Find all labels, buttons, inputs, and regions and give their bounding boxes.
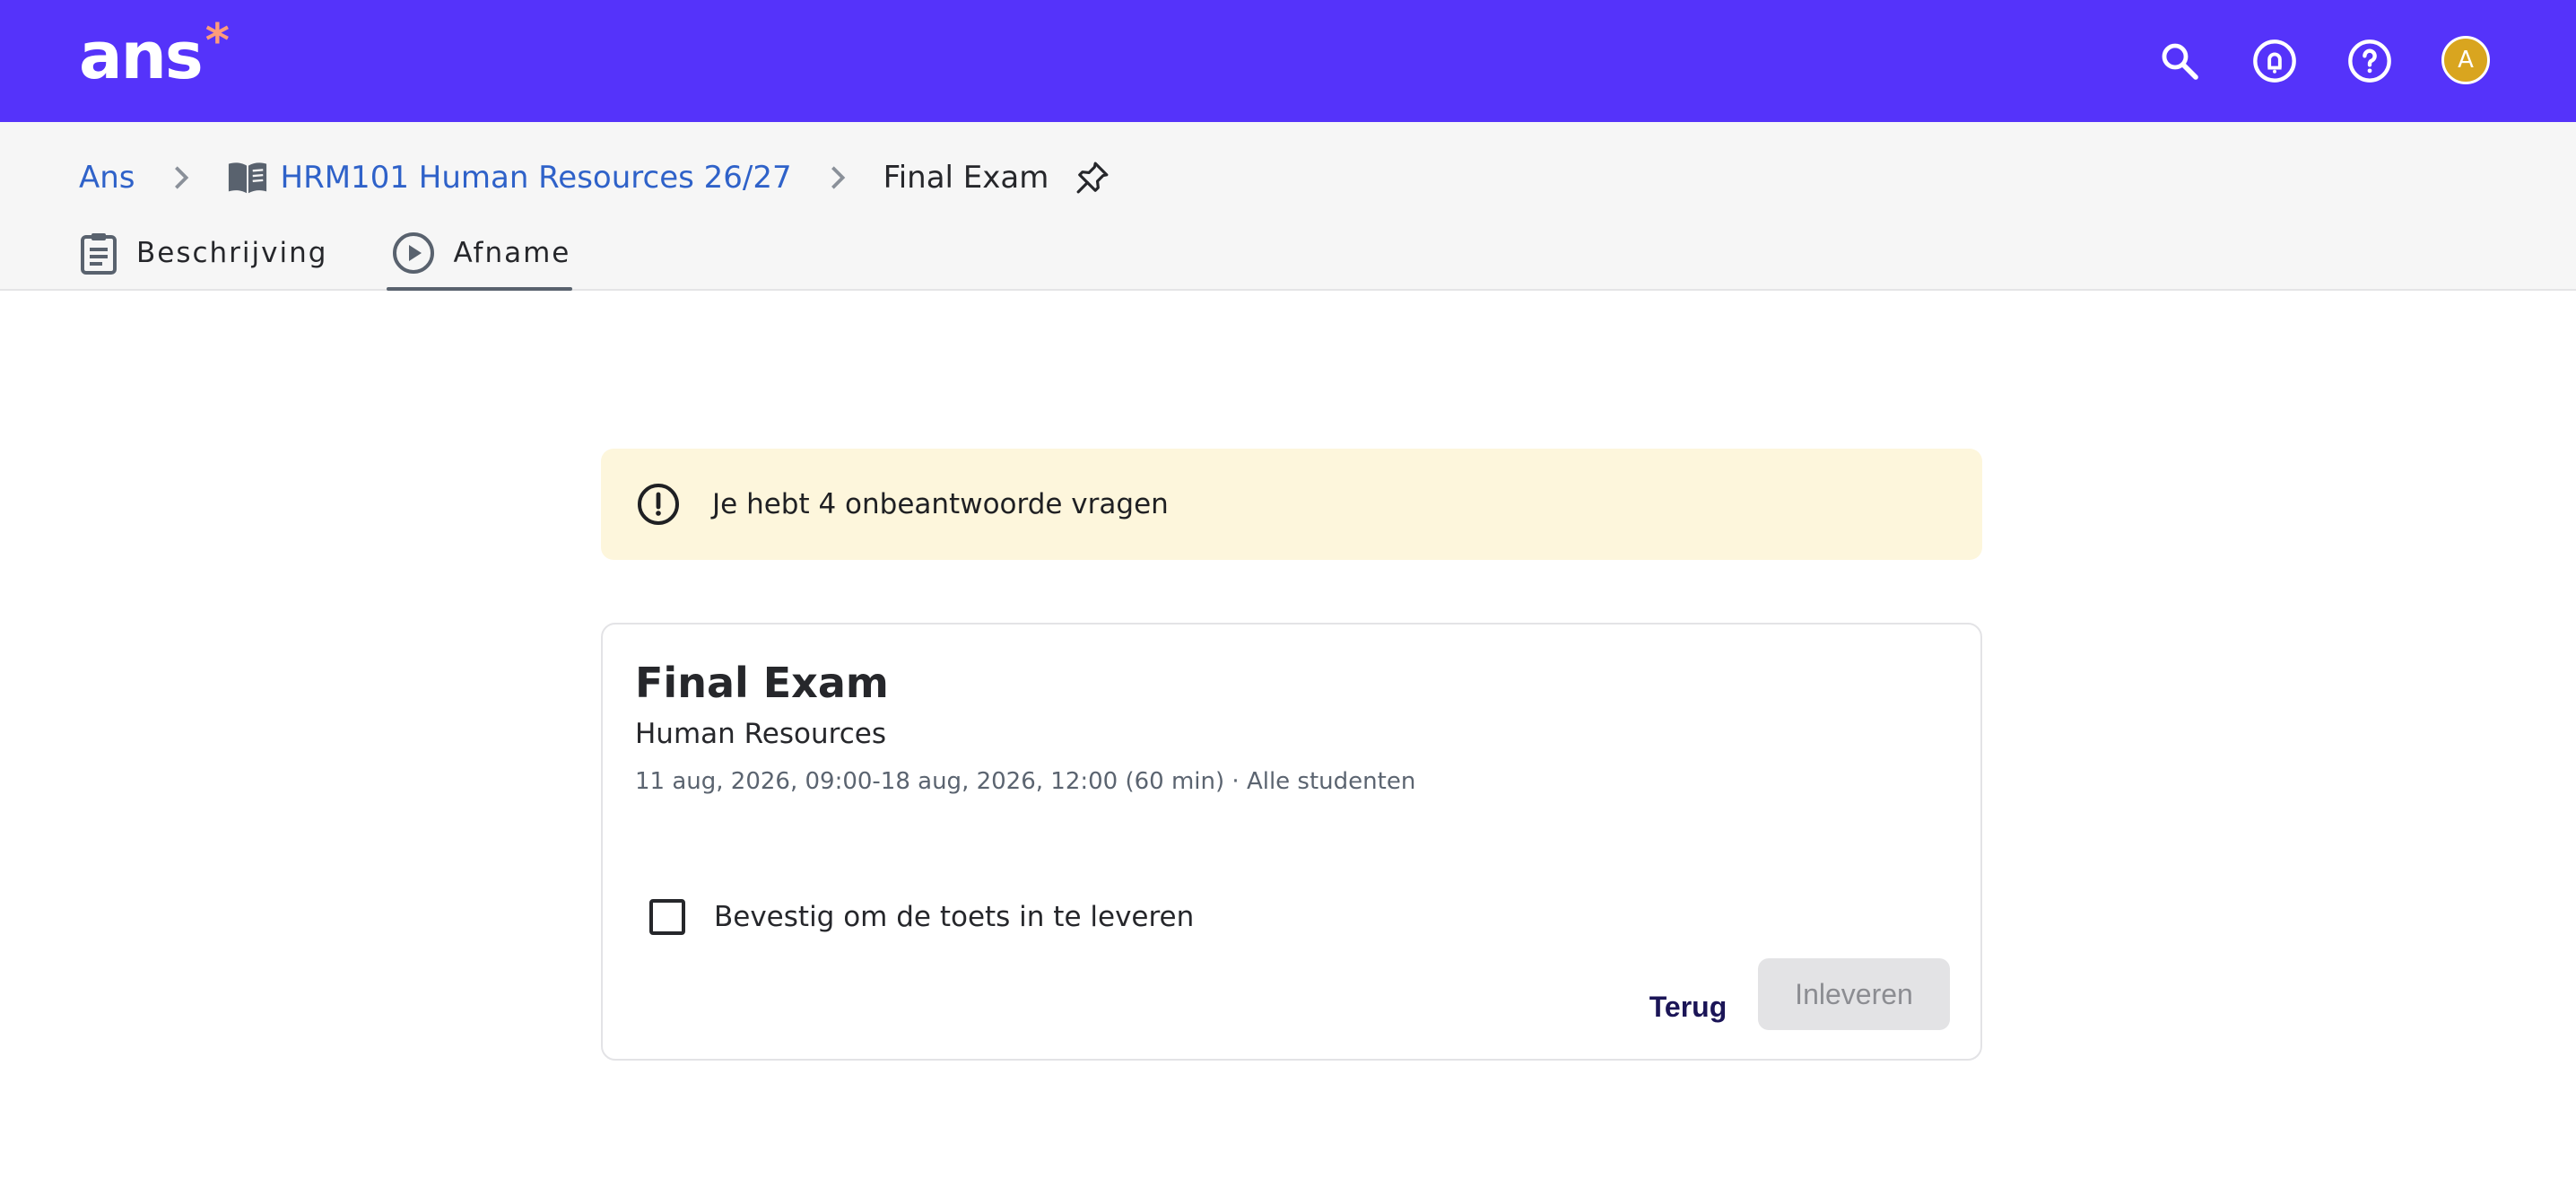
unanswered-warning: Je hebt 4 onbeantwoorde vragen [601,449,1982,560]
exam-subtitle: Human Resources [635,718,886,750]
pin-icon[interactable] [1075,161,1110,195]
exam-meta: 11 aug, 2026, 09:00-18 aug, 2026, 12:00 … [635,768,1416,795]
tab-label: Afname [453,237,571,269]
user-avatar[interactable]: A [2441,36,2490,84]
tab-label: Beschrijving [136,237,328,269]
confirm-label[interactable]: Bevestig om de toets in te leveren [714,901,1194,933]
submit-button[interactable]: Inleveren [1758,958,1950,1030]
help-icon [2348,39,2391,83]
breadcrumb-current: Final Exam [883,160,1049,196]
tab-bar: Beschrijving Afname [79,223,573,291]
chevron-right-icon [171,164,191,191]
ans-logo[interactable]: ans * [79,14,230,93]
confirm-checkbox[interactable] [649,899,685,935]
exam-card: Final Exam Human Resources 11 aug, 2026,… [601,623,1982,1061]
confirm-submit[interactable]: Bevestig om de toets in te leveren [649,899,1194,935]
back-button[interactable]: Terug [1634,971,1742,1043]
search-icon [2162,43,2198,80]
tab-beschrijving[interactable]: Beschrijving [79,223,327,291]
logo-text: ans [79,18,204,93]
exclamation-circle-icon [637,483,680,526]
help-button[interactable] [2345,36,2395,86]
breadcrumb-home[interactable]: Ans [79,160,135,196]
search-button[interactable] [2154,36,2205,86]
play-circle-icon [392,231,435,275]
book-icon [227,160,268,196]
exam-title: Final Exam [635,659,889,707]
notifications-button[interactable] [2250,36,2300,86]
logo-mark: * [205,14,230,68]
breadcrumb-course[interactable]: HRM101 Human Resources 26/27 [281,160,792,196]
clipboard-icon [79,231,118,275]
top-bar: ans * A [0,0,2576,122]
warning-text: Je hebt 4 onbeantwoorde vragen [712,488,1169,520]
notification-bell-icon [2253,39,2296,83]
breadcrumb: Ans HRM101 Human Resources 26/27 Final E… [79,149,1110,206]
page-header: Ans HRM101 Human Resources 26/27 Final E… [0,122,2576,291]
chevron-right-icon [828,164,848,191]
tab-afname[interactable]: Afname [387,223,573,291]
